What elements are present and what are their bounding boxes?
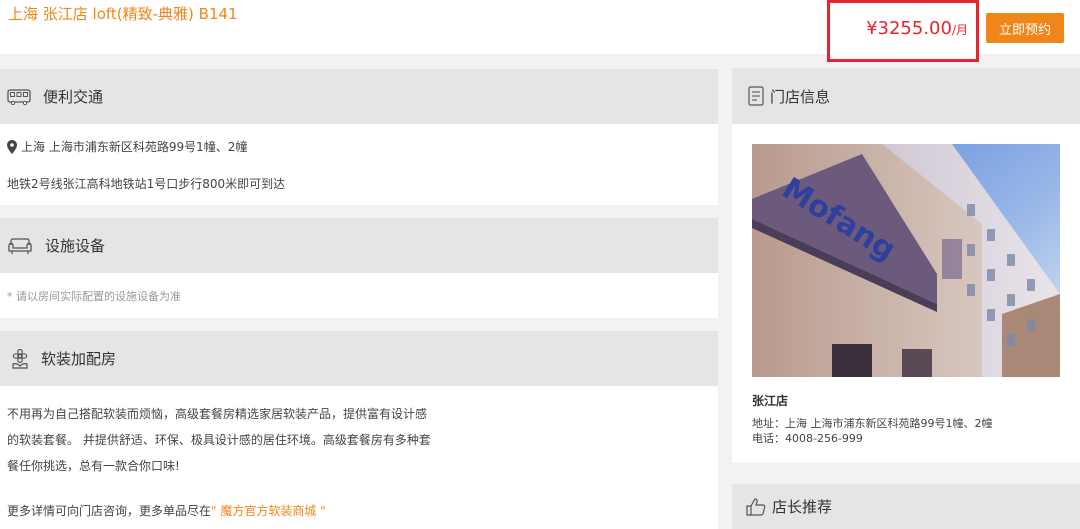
thumbs-up-icon xyxy=(746,497,766,516)
document-icon xyxy=(748,86,764,106)
store-info-header: 门店信息 xyxy=(732,68,1080,124)
facilities-note: * 请以房间实际配置的设施设备为准 xyxy=(7,290,181,303)
store-address: 上海 上海市浦东新区科苑路99号1幢、2幢 xyxy=(21,140,248,154)
transport-section-body: 上海 上海市浦东新区科苑路99号1幢、2幢 地铁2号线张江高科地铁站1号口步行8… xyxy=(0,124,718,205)
soft-section-header: 软装加配房 xyxy=(0,331,718,386)
store-photo: Mofang xyxy=(752,144,1060,377)
store-info-panel: 门店信息 Mofang 张江店 地址：上海 上海市浦东新区科苑路99号1幢、2幢… xyxy=(732,68,1080,463)
store-info-heading: 门店信息 xyxy=(770,87,831,106)
facilities-section-header: 设施设备 xyxy=(0,218,718,273)
soft-description-line-2: 的软装套餐。 并提供舒适、环保、极具设计感的居住环境。高级套餐房有多种套 xyxy=(7,433,431,447)
sofa-icon xyxy=(7,237,33,255)
room-title: 上海 张江店 loft(精致-典雅) B141 xyxy=(8,5,238,23)
store-address-line: 上海 上海市浦东新区科苑路99号1幢、2幢 xyxy=(7,138,247,155)
price-highlight-box: ¥3255.00/月 xyxy=(827,0,979,62)
transport-section-header: 便利交通 xyxy=(0,69,718,124)
transport-heading: 便利交通 xyxy=(43,88,104,106)
soft-description-line-1: 不用再为自己搭配软装而烦恼，高级套餐房精选家居软装产品，提供富有设计感 xyxy=(7,407,428,421)
soft-section-body: 不用再为自己搭配软装而烦恼，高级套餐房精选家居软装产品，提供富有设计感 的软装套… xyxy=(0,386,718,529)
soft-mall-link[interactable]: " 魔方官方软装商城 " xyxy=(211,504,326,518)
facilities-heading: 设施设备 xyxy=(45,237,106,255)
recommend-section-header: 店长推荐 xyxy=(732,484,1080,529)
location-pin-icon xyxy=(7,139,17,154)
soft-more-info: 更多详情可向门店咨询，更多单品尽在" 魔方官方软装商城 " xyxy=(7,502,326,519)
metro-directions: 地铁2号线张江高科地铁站1号口步行800米即可到达 xyxy=(7,177,286,191)
store-phone: 电话：4008-256-999 xyxy=(752,432,863,445)
soft-heading: 软装加配房 xyxy=(41,350,117,368)
store-address-detail: 地址：上海 上海市浦东新区科苑路99号1幢、2幢 xyxy=(752,417,993,430)
flower-icon xyxy=(11,348,29,369)
soft-description-line-3: 餐任你挑选，总有一款合你口味! xyxy=(7,459,180,473)
soft-more-prefix: 更多详情可向门店咨询，更多单品尽在 xyxy=(7,504,212,518)
price-unit: /月 xyxy=(951,23,968,37)
price-value: ¥3255.00 xyxy=(866,18,952,39)
price-display: ¥3255.00/月 xyxy=(866,18,968,39)
bus-icon xyxy=(7,88,31,105)
recommend-heading: 店长推荐 xyxy=(772,498,833,516)
facilities-section-body: * 请以房间实际配置的设施设备为准 xyxy=(0,273,718,318)
store-name: 张江店 xyxy=(752,394,789,408)
book-now-button[interactable]: 立即预约 xyxy=(986,13,1064,43)
